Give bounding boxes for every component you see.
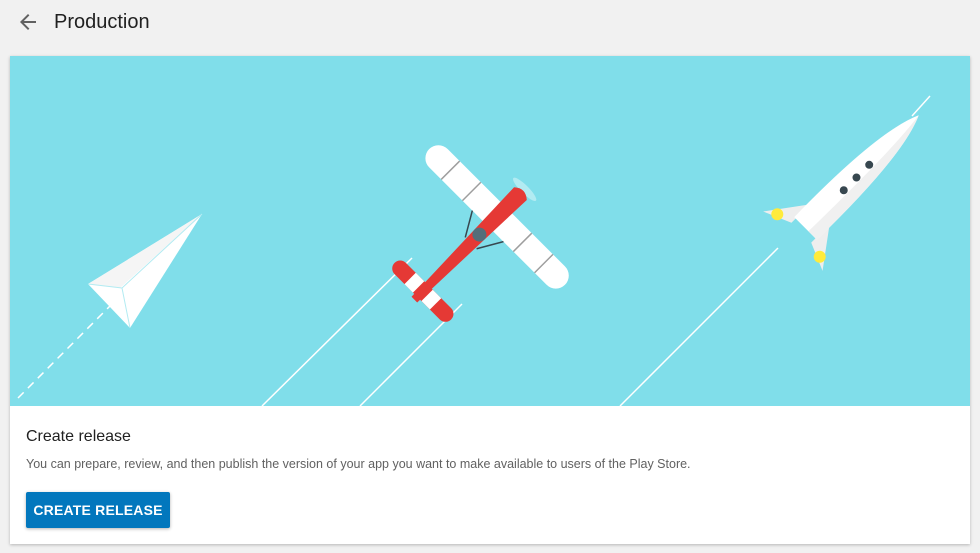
release-card: Create release You can prepare, review, … — [10, 56, 970, 544]
hero-illustration — [10, 56, 970, 407]
biplane-trail-left — [261, 257, 413, 407]
paper-plane-icon — [87, 213, 203, 329]
rocket-trail — [619, 247, 779, 407]
card-title: Create release — [26, 428, 131, 445]
paper-plane-trail — [17, 303, 113, 399]
rocket-icon — [763, 115, 919, 271]
card-description: You can prepare, review, and then publis… — [26, 457, 691, 471]
biplane-icon — [392, 145, 569, 322]
create-release-button[interactable]: CREATE RELEASE — [26, 492, 170, 528]
page-header: Production — [0, 0, 980, 44]
arrow-back-icon — [20, 14, 36, 30]
page-title: Production — [54, 11, 150, 33]
back-button[interactable] — [16, 10, 40, 34]
flying-illustration — [17, 95, 931, 407]
rocket-nose-trail — [911, 95, 931, 117]
